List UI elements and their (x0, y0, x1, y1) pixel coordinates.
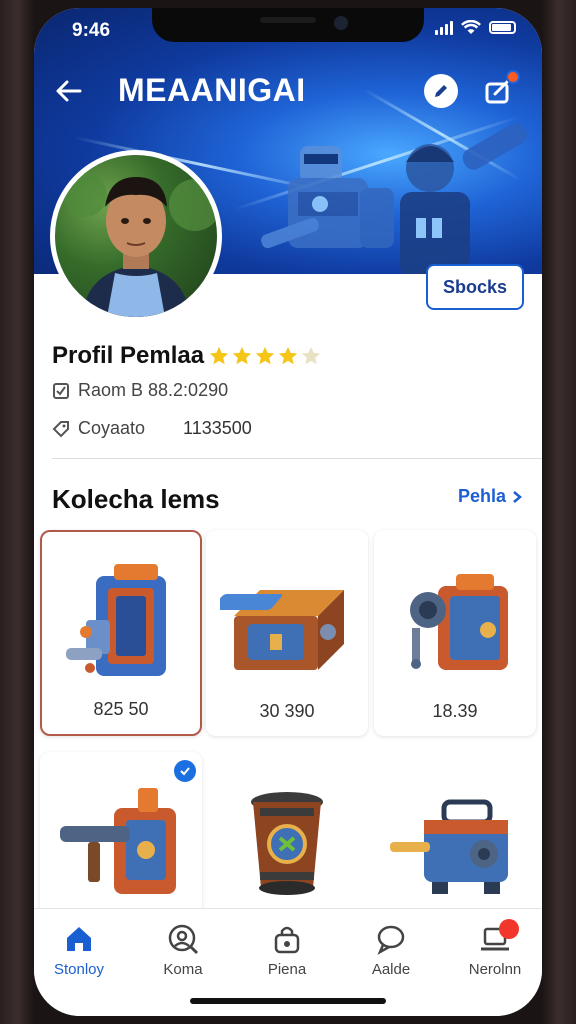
star-filled-icon (232, 346, 252, 365)
barrel-item-icon (251, 792, 323, 895)
nav-label: Stonloy (53, 961, 105, 978)
collection-item-card[interactable]: 18.39 (374, 530, 536, 736)
treasure-chest-icon (220, 590, 344, 670)
profile-value-label: Coyaato (78, 418, 146, 438)
notification-badge (499, 919, 519, 939)
page-title: MEAANIGAI (118, 72, 306, 108)
generator-machine-icon (390, 799, 508, 894)
pencil-icon (435, 85, 447, 97)
edit-button[interactable] (424, 74, 458, 108)
bag-icon (274, 926, 300, 954)
see-all-label: Pehla (458, 486, 507, 506)
star-empty-icon (301, 346, 321, 365)
profile-id-text: Raom B 88.2:0290 (78, 380, 229, 400)
device-notch (152, 8, 424, 42)
see-all-link[interactable]: Pehla (458, 486, 522, 507)
profile-value-row: Coyaato 1133500 (52, 418, 252, 439)
avatar[interactable] (50, 150, 222, 322)
nav-label: Piena (267, 961, 307, 978)
nav-label: Koma (163, 961, 203, 978)
star-filled-icon (209, 346, 229, 365)
person-portrait (63, 173, 217, 317)
profile-name-text: Profil Pemlaa (52, 342, 205, 369)
divider (52, 458, 542, 459)
chevron-right-icon (513, 490, 522, 503)
stocks-button[interactable]: Sbocks (426, 264, 524, 310)
share-button[interactable] (482, 70, 520, 108)
nav-item-home[interactable]: Stonloy (34, 923, 124, 978)
back-button[interactable] (52, 74, 86, 108)
wifi-icon (461, 20, 481, 34)
nav-item-nerolnn[interactable]: Nerolnn (450, 919, 540, 978)
nav-label: Nerolnn (468, 961, 522, 978)
checkbox-icon (53, 382, 69, 399)
laptop-icon-wrap (479, 919, 519, 955)
nav-item-aalde[interactable]: Aalde (346, 923, 436, 978)
item-price: 825 50 (93, 699, 149, 719)
collection-item-card[interactable]: 30 390 (206, 530, 368, 736)
battery-icon (489, 21, 516, 34)
nav-label: Aalde (371, 961, 411, 978)
nav-item-koma[interactable]: Koma (138, 923, 228, 978)
collection-title: Kolecha lems (52, 484, 220, 514)
star-rating (208, 345, 322, 367)
home-icon (67, 927, 91, 951)
turret-gun-icon (60, 788, 176, 894)
profile-name: Profil Pemlaa (52, 342, 322, 370)
item-price: 30 390 (259, 701, 315, 721)
arrow-left-icon (56, 80, 82, 102)
app-screen: 9:46 MEAANIGAI Sbocks Profil Pemlaa Raom… (34, 8, 542, 1016)
collection-item-card[interactable]: 825 50 (40, 530, 202, 736)
tag-icon (52, 420, 69, 437)
blaster-item-icon (66, 564, 166, 676)
front-camera (334, 16, 348, 30)
notification-dot (506, 70, 520, 84)
profile-id-row: Raom B 88.2:0290 (52, 380, 228, 401)
profile-value: 1133500 (183, 418, 252, 438)
home-indicator[interactable] (190, 998, 386, 1004)
cellular-signal-icon (435, 20, 453, 35)
robot-artwork (261, 123, 527, 274)
star-filled-icon (278, 346, 298, 365)
item-price: 18.39 (432, 701, 478, 721)
status-icons (435, 20, 516, 35)
nav-item-piena[interactable]: Piena (242, 923, 332, 978)
status-time: 9:46 (72, 20, 111, 41)
speaker (260, 17, 316, 23)
user-search-icon (168, 924, 199, 955)
chat-icon (377, 925, 405, 955)
star-filled-icon (255, 346, 275, 365)
cannon-device-icon (410, 574, 508, 670)
